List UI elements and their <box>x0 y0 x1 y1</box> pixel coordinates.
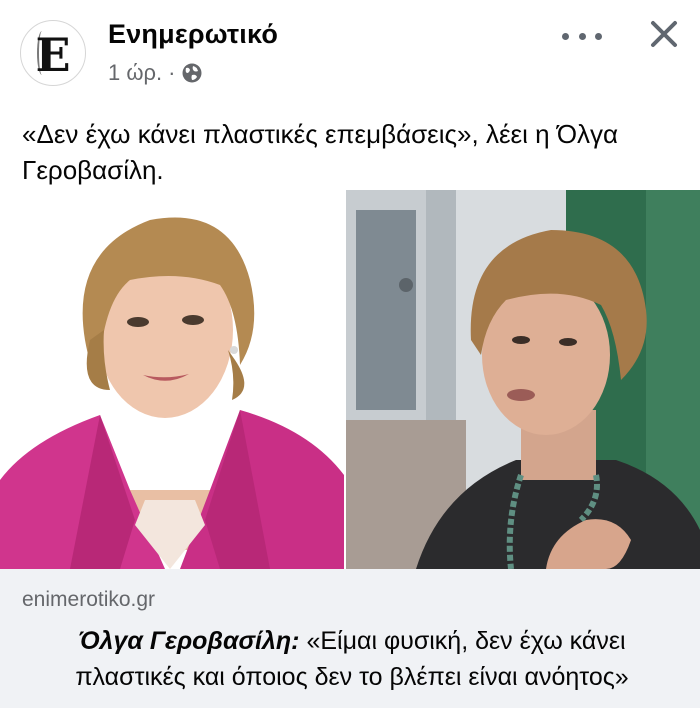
avatar-logo-letter: E <box>35 28 71 82</box>
post-header: E Ενημερωτικό 1 ώρ. · <box>0 0 700 100</box>
meta-separator: · <box>168 60 176 85</box>
globe-icon <box>182 63 202 83</box>
post-meta: 1 ώρ. · <box>108 60 203 86</box>
portrait-photo-left[interactable] <box>0 190 344 569</box>
close-icon[interactable] <box>646 16 682 52</box>
page-name-link[interactable]: Ενημερωτικό <box>108 19 278 50</box>
page-avatar[interactable]: E <box>20 20 86 86</box>
link-title[interactable]: Όλγα Γεροβασίλη: «Είμαι φυσική, δεν έχω … <box>22 623 682 695</box>
link-domain: enimerotiko.gr <box>22 588 156 611</box>
link-title-name: Όλγα Γεροβασίλη: <box>78 627 300 655</box>
post-caption: «Δεν έχω κάνει πλαστικές επεμβάσεις», λέ… <box>22 119 618 185</box>
more-options-icon[interactable] <box>562 24 602 48</box>
facebook-post: E Ενημερωτικό 1 ώρ. · «Δεν έχω κάνει πλα… <box>0 0 700 708</box>
news-photo-illustration-right <box>346 190 700 569</box>
portrait-illustration-left <box>0 190 344 569</box>
link-preview[interactable]: enimerotiko.gr Όλγα Γεροβασίλη: «Είμαι φ… <box>0 569 700 708</box>
post-time[interactable]: 1 ώρ. <box>108 60 162 86</box>
news-photo-right[interactable] <box>346 190 700 569</box>
